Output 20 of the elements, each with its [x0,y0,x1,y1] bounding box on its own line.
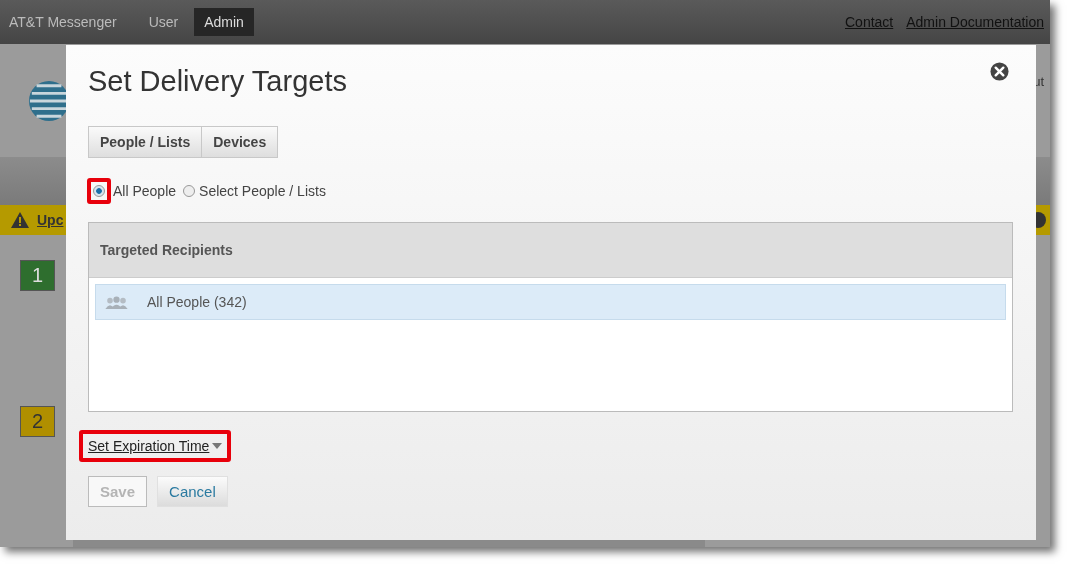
dialog-title: Set Delivery Targets [88,64,347,99]
warning-icon [10,211,30,229]
step-number: 2 [20,406,55,437]
nav-tab[interactable]: Admin [194,8,254,36]
alert-link[interactable]: Upc [37,212,64,228]
step-number: 1 [20,260,55,291]
radio-button[interactable] [93,185,105,197]
radio-label[interactable]: All People [113,183,177,199]
caret-icon [212,443,223,449]
expiration-dropdown-link[interactable]: Set Expiration Time [79,430,232,462]
radio-label[interactable]: Select People / Lists [199,183,326,199]
dialog-button[interactable]: Cancel [157,476,228,507]
panel-heading: Targeted Recipients [100,242,233,258]
people-icon [104,295,129,309]
dialog-tab[interactable]: People / Lists [88,126,202,158]
radio-button[interactable] [183,185,196,197]
recipient-item[interactable]: All People (342) [95,284,1006,320]
dialog-tab[interactable]: Devices [201,126,279,158]
nav-tab[interactable]: User [138,8,189,36]
app-name: AT&T Messenger [9,14,117,30]
